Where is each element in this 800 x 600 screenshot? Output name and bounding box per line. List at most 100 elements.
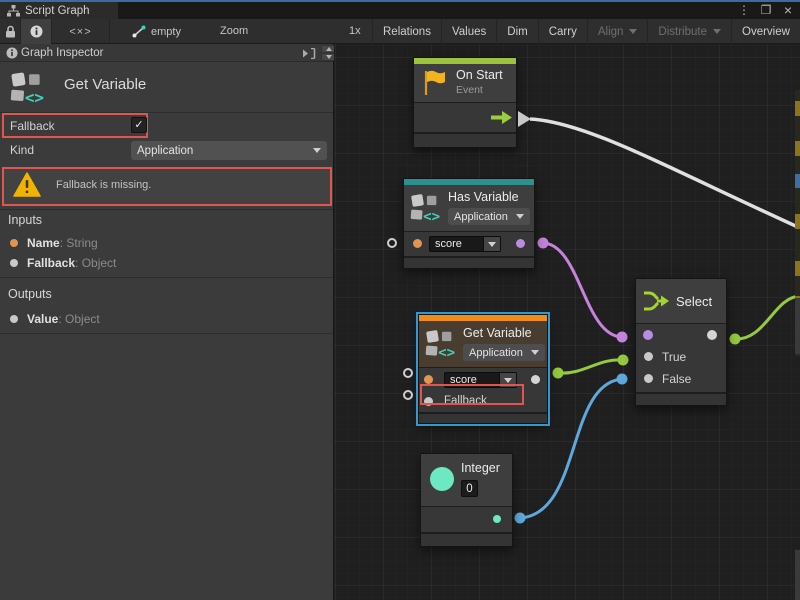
- wire-hasvariable-to-select: [543, 243, 622, 337]
- flow-port-connector[interactable]: [518, 111, 531, 127]
- outputs-header: Outputs: [8, 287, 52, 301]
- wire-pointer-icon: [132, 25, 146, 38]
- variable-name-field[interactable]: score: [429, 236, 484, 252]
- node-title: Select: [676, 294, 712, 309]
- node-header: Integer 0: [421, 454, 512, 506]
- false-port-dot[interactable]: [644, 374, 653, 383]
- divider: [0, 209, 333, 210]
- input-row-name: Name: String: [10, 236, 98, 250]
- carry-button[interactable]: Carry: [538, 19, 587, 44]
- unconnected-port-ring[interactable]: [403, 368, 413, 378]
- clipped-port-mark: [795, 141, 800, 156]
- overview-button[interactable]: Overview: [731, 19, 800, 44]
- kind-label: Kind: [10, 143, 34, 157]
- flow-arrow-icon[interactable]: [490, 111, 512, 124]
- relations-button[interactable]: Relations: [372, 19, 441, 44]
- fallback-port-highlight-box: [420, 384, 524, 405]
- selection-indicator: empty: [132, 19, 181, 44]
- selection-output-port-dot[interactable]: [707, 330, 717, 340]
- variables-icon: <>: [425, 328, 457, 360]
- warning-text: Fallback is missing.: [56, 179, 151, 191]
- graph-canvas[interactable]: On Start Event <> Ha: [334, 44, 800, 600]
- node-body: [421, 506, 512, 532]
- svg-text:<>: <>: [438, 345, 455, 360]
- port-dot-gray: [10, 259, 18, 267]
- integer-value-field[interactable]: 0: [461, 480, 478, 497]
- inspector-node-title: Get Variable: [64, 76, 146, 93]
- values-button[interactable]: Values: [441, 19, 496, 44]
- flag-icon: [422, 69, 446, 97]
- distribute-button[interactable]: Distribute: [647, 19, 731, 44]
- node-has-variable[interactable]: <> Has Variable Application score: [403, 178, 535, 269]
- output-row-value: Value: Object: [10, 312, 100, 326]
- node-body: score: [404, 231, 534, 256]
- inputs-header: Inputs: [8, 213, 42, 227]
- lock-button[interactable]: [0, 19, 20, 44]
- node-body-row-true: True: [636, 346, 726, 368]
- dock-panel-icon[interactable]: [302, 48, 316, 59]
- node-footer: [404, 256, 534, 268]
- clipped-port-mark: [795, 174, 800, 188]
- variable-name-dropdown[interactable]: [484, 236, 501, 252]
- result-port-dot[interactable]: [516, 239, 525, 248]
- chevron-down-icon: [504, 378, 512, 383]
- fallback-checkbox[interactable]: ✓: [131, 117, 147, 133]
- value-output-port-dot[interactable]: [531, 375, 540, 384]
- name-port-dot[interactable]: [413, 239, 422, 248]
- window-close-button[interactable]: ×: [779, 3, 797, 18]
- align-button[interactable]: Align: [587, 19, 648, 44]
- node-title: On Start: [456, 68, 503, 82]
- node-on-start[interactable]: On Start Event: [413, 57, 517, 148]
- unconnected-port-ring[interactable]: [387, 238, 397, 248]
- fallback-option-label: Fallback: [10, 119, 55, 133]
- info-icon: [30, 25, 43, 38]
- wire-onstart: [530, 119, 800, 228]
- window-maximize-button[interactable]: ❐: [757, 3, 775, 18]
- node-title: Has Variable: [448, 190, 519, 204]
- chevron-down-icon: [713, 29, 721, 34]
- inspector-title: Graph Inspector: [21, 47, 103, 59]
- unconnected-port-ring[interactable]: [403, 390, 413, 400]
- window-menu-button[interactable]: ⋮: [735, 3, 753, 18]
- distribute-label: Distribute: [658, 26, 707, 38]
- tab-script-graph[interactable]: Script Graph: [0, 2, 118, 19]
- divider: [0, 277, 333, 278]
- svg-text:<>: <>: [25, 88, 44, 106]
- node-header: <> Has Variable Application: [404, 185, 534, 231]
- warning-highlight-box: [2, 167, 332, 206]
- node-footer: [636, 392, 726, 405]
- integer-output-port-dot[interactable]: [493, 515, 501, 523]
- code-view-button[interactable]: <×>: [52, 19, 110, 44]
- toolbar-buttons: Relations Values Dim Carry Align Distrib…: [372, 19, 800, 44]
- clipped-port-mark: [795, 214, 800, 229]
- clipped-node-fragment[interactable]: [795, 550, 800, 600]
- input-row-fallback: Fallback: Object: [10, 256, 116, 270]
- select-merge-icon: [643, 289, 670, 313]
- graph-toolbar: <×> empty Zoom 1x Relations Values Dim C…: [0, 19, 800, 44]
- zoom-label: Zoom: [220, 25, 248, 37]
- variable-scope-dropdown[interactable]: Application: [463, 344, 545, 361]
- node-body: [414, 102, 516, 132]
- clipped-port-mark: [795, 101, 800, 116]
- variable-scope-dropdown[interactable]: Application: [448, 208, 530, 225]
- node-subtitle: Event: [456, 84, 483, 96]
- node-footer: [414, 132, 516, 147]
- node-integer[interactable]: Integer 0: [420, 453, 513, 547]
- kind-dropdown[interactable]: Application: [131, 141, 327, 160]
- condition-port-dot[interactable]: [643, 330, 653, 340]
- chevron-down-icon: [313, 148, 321, 153]
- dim-button[interactable]: Dim: [496, 19, 537, 44]
- true-port-dot[interactable]: [644, 352, 653, 361]
- tab-title: Script Graph: [25, 5, 90, 17]
- chevron-down-icon: [516, 214, 524, 219]
- inspector-toggle-button[interactable]: [20, 19, 52, 44]
- name-port-dot[interactable]: [424, 375, 433, 384]
- true-port-label: True: [662, 350, 686, 364]
- kind-value: Application: [137, 145, 193, 157]
- clipped-node-fragment[interactable]: [795, 298, 800, 354]
- tab-bar: Script Graph ⋮ ❐ ×: [0, 2, 800, 19]
- node-select[interactable]: Select True False: [635, 278, 727, 406]
- node-get-variable[interactable]: <> Get Variable Application score Fallba…: [418, 314, 548, 424]
- node-header: On Start Event: [414, 64, 516, 102]
- chevron-down-icon: [531, 350, 539, 355]
